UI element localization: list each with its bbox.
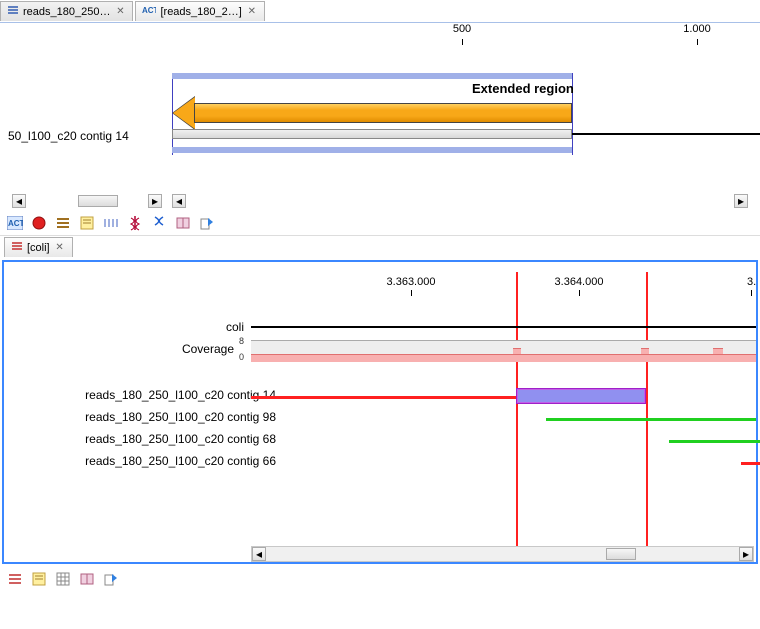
- tab-label: [coli]: [27, 242, 50, 254]
- contig-row-label: reads_180_250_l100_c20 contig 98: [4, 410, 276, 432]
- coverage-fill: [251, 354, 756, 362]
- act-icon[interactable]: ACT: [6, 214, 24, 232]
- ruler-tick: [462, 39, 463, 45]
- book-icon[interactable]: [174, 214, 192, 232]
- scroll-left-icon[interactable]: ◂: [252, 547, 266, 561]
- contig-98-segment[interactable]: [546, 418, 756, 421]
- coverage-bump: [641, 348, 649, 354]
- top-tab-bar: reads_180_250… ✕ ACT [reads_180_2…] ✕: [0, 0, 760, 22]
- table-icon[interactable]: [54, 570, 72, 588]
- ruler-tick: [411, 290, 412, 296]
- scroll-right-icon[interactable]: ▸: [734, 194, 748, 208]
- ruler-tick-label: 3.: [747, 276, 756, 288]
- ruler-tick-label: 1.000: [683, 23, 711, 35]
- ruler-tick-label: 3.364.000: [555, 276, 604, 288]
- ruler-tick-label: 500: [453, 23, 471, 35]
- toolbar-top: ACT: [0, 210, 760, 236]
- reference-line: [572, 133, 760, 135]
- contig-68-segment[interactable]: [669, 440, 760, 443]
- track-label-coverage: Coverage: [182, 342, 234, 356]
- sequence-track[interactable]: [172, 129, 572, 139]
- close-icon[interactable]: ✕: [114, 6, 126, 18]
- scroll-thumb[interactable]: [606, 548, 636, 560]
- track-label-column: coli Coverage 8 0: [4, 320, 244, 370]
- tab-label: [reads_180_2…]: [160, 6, 241, 18]
- ruler-tick: [751, 290, 752, 296]
- track-label-coli: coli: [4, 320, 244, 338]
- alignment-scrollbar[interactable]: ◂ ▸: [251, 546, 754, 562]
- tab-coli[interactable]: [coli] ✕: [4, 237, 73, 257]
- export-icon[interactable]: [198, 214, 216, 232]
- scroll-right-icon[interactable]: ▸: [739, 547, 753, 561]
- contig-66-segment[interactable]: [741, 462, 760, 465]
- contig-row-label: reads_180_250_l100_c20 contig 68: [4, 432, 276, 454]
- list-icon[interactable]: [6, 570, 24, 588]
- svg-text:ACT: ACT: [8, 219, 23, 228]
- book-icon[interactable]: [78, 570, 96, 588]
- top-ruler: 500 1.000: [172, 23, 760, 47]
- tab-reads-180-2-active[interactable]: ACT [reads_180_2…] ✕: [135, 1, 264, 21]
- contig-14-segment[interactable]: [251, 396, 516, 399]
- canvas-scrollbar[interactable]: ◂ ▸: [172, 194, 748, 210]
- svg-text:ACT: ACT: [142, 6, 156, 15]
- region-top-rail: [172, 73, 572, 79]
- coverage-scale-max: 8: [239, 336, 244, 346]
- scroll-track[interactable]: [186, 194, 734, 208]
- close-icon[interactable]: ✕: [54, 242, 66, 254]
- coverage-bump: [713, 348, 723, 354]
- bottom-tab-bar: [coli] ✕: [4, 236, 760, 258]
- caduceus-icon[interactable]: [126, 214, 144, 232]
- contig-row-label: reads_180_250_l100_c20 contig 14: [4, 388, 276, 410]
- list-stack-icon: [7, 4, 19, 19]
- toolbar-bottom: [0, 566, 760, 592]
- alignment-canvas[interactable]: 3.363.000 3.364.000 3.: [251, 262, 756, 562]
- coli-track[interactable]: [251, 326, 756, 328]
- contig-14-highlight[interactable]: [516, 388, 646, 404]
- coverage-scale-min: 0: [239, 352, 244, 362]
- close-icon[interactable]: ✕: [246, 6, 258, 18]
- act-icon: ACT: [142, 4, 156, 19]
- contig-row-label: 50_l100_c20 contig 14: [8, 129, 129, 143]
- contig-label-column: reads_180_250_l100_c20 contig 14 reads_1…: [4, 388, 276, 476]
- selection-line-right[interactable]: [646, 272, 648, 548]
- arrow-head-icon: [173, 97, 195, 129]
- contig-row-label: reads_180_250_l100_c20 contig 66: [4, 454, 276, 476]
- record-icon[interactable]: [30, 214, 48, 232]
- list-icon[interactable]: [54, 214, 72, 232]
- scroll-left-icon[interactable]: ◂: [172, 194, 186, 208]
- label-column-scrollbar[interactable]: ◂ ▸: [12, 194, 162, 210]
- extended-region-label: Extended region: [472, 81, 574, 96]
- alignment-panel: coli Coverage 8 0 reads_180_250_l100_c20…: [2, 260, 758, 564]
- tab-reads-180-250[interactable]: reads_180_250… ✕: [0, 1, 133, 21]
- note-icon[interactable]: [78, 214, 96, 232]
- selection-line-left[interactable]: [516, 272, 518, 548]
- coverage-bump: [513, 348, 521, 354]
- scroll-track[interactable]: [26, 194, 148, 208]
- scroll-thumb[interactable]: [78, 195, 118, 207]
- contig-overview-panel: 500 1.000 50_l100_c20 contig 14 Extended…: [0, 22, 760, 210]
- scroll-right-icon[interactable]: ▸: [148, 194, 162, 208]
- ruler-tick: [697, 39, 698, 45]
- helix-icon[interactable]: [150, 214, 168, 232]
- region-bottom-rail: [172, 147, 572, 153]
- ruler-tick: [579, 290, 580, 296]
- scroll-track[interactable]: [266, 547, 739, 561]
- contig-arrow[interactable]: [194, 103, 572, 123]
- ruler-icon[interactable]: [102, 214, 120, 232]
- note-icon[interactable]: [30, 570, 48, 588]
- export-icon[interactable]: [102, 570, 120, 588]
- tab-label: reads_180_250…: [23, 6, 110, 18]
- ruler-tick-label: 3.363.000: [387, 276, 436, 288]
- scroll-left-icon[interactable]: ◂: [12, 194, 26, 208]
- list-stack-icon: [11, 240, 23, 255]
